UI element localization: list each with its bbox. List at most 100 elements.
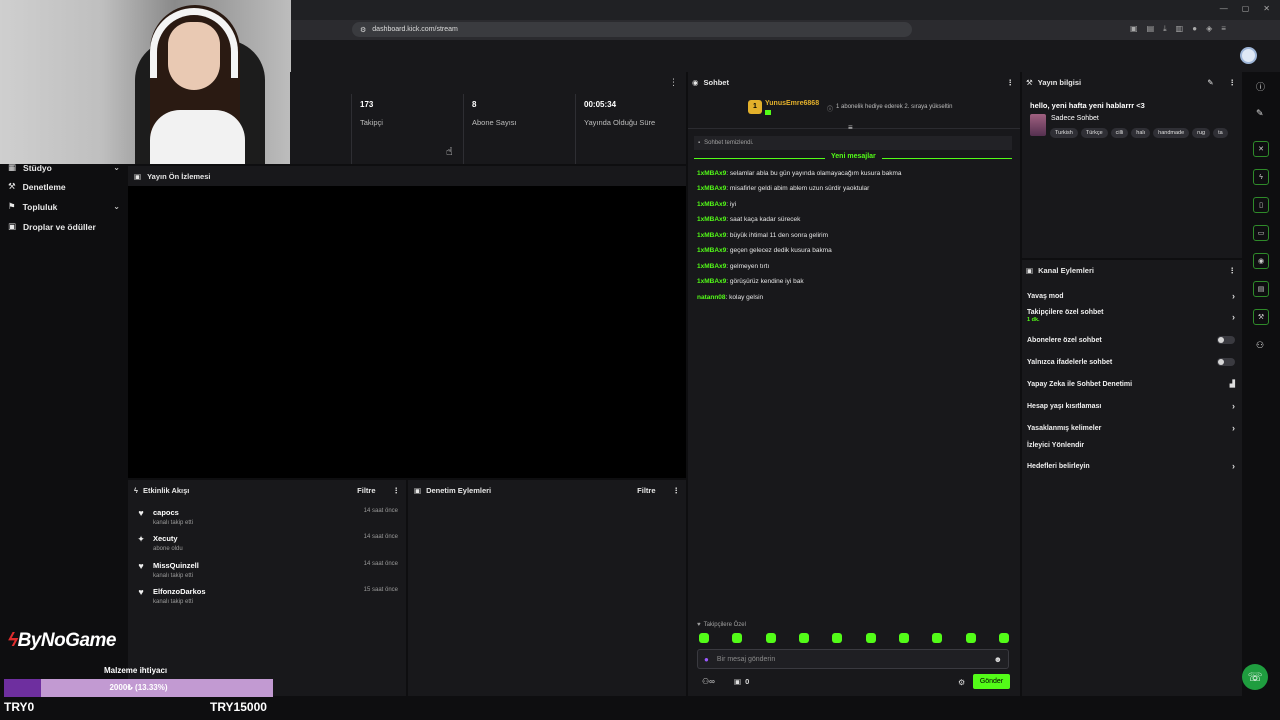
chat-username[interactable]: 1xMBAx9 bbox=[697, 216, 726, 223]
maximize-icon[interactable]: ▢ bbox=[1242, 4, 1250, 13]
close-icon[interactable]: ✕ bbox=[1263, 4, 1270, 13]
action-emote-only[interactable]: Yalnızca ifadelerle sohbet bbox=[1027, 358, 1235, 366]
address-bar[interactable]: ⚙ dashboard.kick.com/stream bbox=[352, 22, 912, 37]
download-icon[interactable]: ⤓ bbox=[1163, 24, 1167, 34]
filter-button[interactable]: Filtre bbox=[357, 486, 375, 495]
action-ai-moderation[interactable]: Yapay Zeka ile Sohbet Denetimi ▟ bbox=[1027, 380, 1235, 389]
more-options-icon[interactable]: ⋮ bbox=[393, 486, 401, 495]
chart-icon: ▟ bbox=[1229, 381, 1235, 388]
filter-icon[interactable]: ≡ bbox=[848, 123, 853, 132]
emote-icon[interactable] bbox=[865, 633, 876, 643]
send-button[interactable]: Gönder bbox=[973, 674, 1010, 689]
wrench-icon[interactable]: ⚒ bbox=[1253, 309, 1269, 325]
pinned-username[interactable]: YunusEmre6868 bbox=[765, 100, 819, 107]
document-icon[interactable]: ▯ bbox=[1253, 197, 1269, 213]
action-slow-mode[interactable]: Yavaş mod › bbox=[1027, 291, 1235, 301]
chat-icon[interactable]: ▭ bbox=[1253, 225, 1269, 241]
shield-icon[interactable]: ◈ bbox=[1206, 24, 1212, 34]
extension-icon[interactable]: ▣ bbox=[1130, 24, 1138, 34]
preview-header: ▣ Yayın Ön İzlemesi bbox=[128, 166, 686, 186]
more-options-icon[interactable]: ⋮ bbox=[1229, 78, 1237, 87]
layers-icon[interactable]: ▤ bbox=[1253, 281, 1269, 297]
chat-username[interactable]: 1xMBAx9 bbox=[697, 232, 726, 239]
emote-icon[interactable] bbox=[898, 633, 909, 643]
minimize-icon[interactable]: — bbox=[1220, 4, 1228, 13]
chat-username[interactable]: 1xMBAx9 bbox=[697, 278, 726, 285]
chat-username[interactable]: 1xMBAx9 bbox=[697, 170, 726, 177]
more-options-icon[interactable]: ⋮ bbox=[1007, 78, 1015, 87]
heart-icon: ♥ bbox=[138, 587, 144, 597]
emoji-icon[interactable]: ☻ bbox=[994, 655, 1002, 664]
tag: handmade bbox=[1153, 128, 1190, 138]
window-controls[interactable]: — ▢ ✕ bbox=[1220, 4, 1270, 13]
edit-icon[interactable]: ✎ bbox=[1256, 108, 1264, 119]
settings-gear-icon[interactable]: ⚙ bbox=[958, 678, 965, 687]
action-raid[interactable]: İzleyici Yönlendir bbox=[1027, 442, 1235, 449]
chat-message: 1xMBAx9: geçen gelecez dedik kusura bakm… bbox=[697, 247, 832, 254]
menu-icon[interactable]: ≡ bbox=[1221, 24, 1226, 34]
microphone-icon[interactable]: ● bbox=[704, 655, 709, 664]
stream-preview[interactable] bbox=[128, 186, 686, 478]
more-options-icon[interactable]: ⋮ bbox=[673, 486, 681, 495]
add-widget-icon[interactable]: ⚇ bbox=[1256, 340, 1264, 351]
user-avatar[interactable] bbox=[1240, 47, 1257, 64]
chat-username[interactable]: 1xMBAx9 bbox=[697, 185, 726, 192]
activity-user[interactable]: Xecuty bbox=[153, 534, 183, 543]
sidebar-item-moderation[interactable]: ⚒ Denetleme bbox=[8, 181, 120, 192]
action-followers-only[interactable]: Takipçilere özel sohbet 1 dk. › bbox=[1027, 309, 1235, 323]
category-name[interactable]: Sadece Sohbet bbox=[1051, 115, 1099, 122]
emote-icon[interactable] bbox=[998, 633, 1009, 643]
activity-item: ♥ MissQuinzell kanalı takip etti 14 saat… bbox=[136, 561, 398, 579]
filter-button[interactable]: Filtre bbox=[637, 486, 655, 495]
points-counter[interactable]: ▣ 0 bbox=[734, 677, 749, 686]
emote-icon[interactable] bbox=[832, 633, 843, 643]
sidebar-item-drops[interactable]: ▣ Droplar ve ödüller bbox=[8, 221, 120, 232]
emote-only-toggle[interactable] bbox=[1217, 358, 1235, 366]
chat-username[interactable]: 1xMBAx9 bbox=[697, 247, 726, 254]
broadcast-icon[interactable]: ◉ bbox=[1253, 253, 1269, 269]
extension-icon[interactable]: ▤ bbox=[1147, 24, 1155, 34]
tab-icon[interactable]: ▥ bbox=[1176, 24, 1184, 34]
activity-user[interactable]: capocs bbox=[153, 508, 193, 517]
more-options-icon[interactable]: ⋮ bbox=[1229, 266, 1237, 275]
help-support-icon[interactable]: ☏ bbox=[1242, 664, 1268, 690]
more-options-icon[interactable]: ⋮ bbox=[669, 77, 678, 88]
stat-value: 00:05:34 bbox=[584, 100, 617, 109]
sidebar-item-community[interactable]: ⚑ Topluluk ⌄ bbox=[8, 201, 120, 212]
moderation-icon[interactable]: ✕ bbox=[1253, 141, 1269, 157]
action-banned-words[interactable]: Yasaklanmış kelimeler › bbox=[1027, 423, 1235, 433]
emote-icon[interactable] bbox=[732, 633, 743, 643]
chevron-right-icon: › bbox=[1232, 291, 1235, 301]
emote-icon[interactable] bbox=[765, 633, 776, 643]
chat-settings-link-icon[interactable]: ⚇∞ bbox=[702, 677, 715, 686]
emote-icon[interactable] bbox=[965, 633, 976, 643]
chat-username[interactable]: 1xMBAx9 bbox=[697, 263, 726, 270]
profile-icon[interactable]: ● bbox=[1192, 24, 1197, 34]
site-info-icon[interactable]: ⚙ bbox=[360, 26, 366, 34]
action-subscribers-only[interactable]: Abonelere özel sohbet bbox=[1027, 336, 1235, 344]
subscribers-only-toggle[interactable] bbox=[1217, 336, 1235, 344]
chat-message: 1xMBAx9: iyi bbox=[697, 201, 737, 208]
chat-text: misafirler geldi abim ablem uzun sürdir … bbox=[729, 185, 870, 192]
lightning-icon[interactable]: ϟ bbox=[1253, 169, 1269, 185]
stat-label: Takipçi bbox=[360, 118, 383, 127]
activity-user[interactable]: ElfonzoDarkos bbox=[153, 587, 206, 596]
activity-time: 14 saat önce bbox=[363, 561, 398, 567]
tag-list: Turkish Türkçe cilli halı handmade rug ta bbox=[1050, 127, 1240, 138]
trash-icon: ▪ bbox=[698, 140, 701, 146]
chat-username[interactable]: 1xMBAx9 bbox=[697, 201, 726, 208]
emote-icon[interactable] bbox=[932, 633, 943, 643]
action-account-age[interactable]: Hesap yaşı kısıtlaması › bbox=[1027, 401, 1235, 411]
preview-icon: ▣ bbox=[134, 171, 142, 181]
edit-icon[interactable]: ✎ bbox=[1207, 78, 1213, 87]
action-set-goals[interactable]: Hedefleri belirleyin › bbox=[1027, 461, 1235, 471]
panel-title: Sohbet bbox=[703, 77, 729, 87]
activity-user[interactable]: MissQuinzell bbox=[153, 561, 199, 570]
emote-icon[interactable] bbox=[798, 633, 809, 643]
info-icon[interactable]: ⓘ bbox=[1256, 80, 1265, 93]
emote-icon[interactable] bbox=[699, 633, 709, 643]
chat-username[interactable]: natann08 bbox=[697, 294, 726, 301]
sidebar-item-studio[interactable]: ▦ Stüdyo ⌄ bbox=[8, 162, 120, 173]
chat-input[interactable]: ● Bir mesaj gönderin ☻ bbox=[697, 649, 1009, 669]
chat-text: selamlar abla bu gün yayında olamayacağı… bbox=[729, 170, 902, 177]
